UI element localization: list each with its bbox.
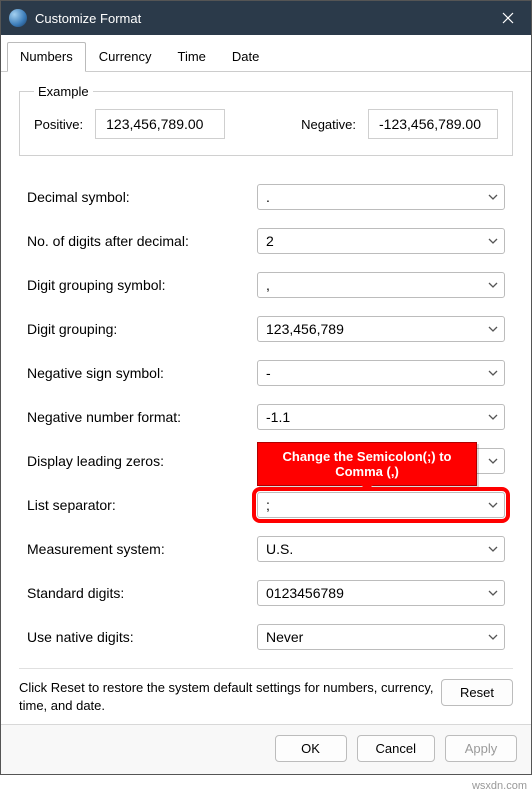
example-group: Example Positive: 123,456,789.00 Negativ… [19, 84, 513, 156]
dialog-footer: OK Cancel Apply [1, 724, 531, 774]
label-digit-grouping: Digit grouping: [27, 321, 257, 337]
combo-use-native-digits[interactable]: Never [257, 624, 505, 650]
label-display-leading-zeros: Display leading zeros: [27, 453, 257, 469]
numbers-panel: Example Positive: 123,456,789.00 Negativ… [1, 72, 531, 724]
combo-digit-grouping[interactable]: 123,456,789 [257, 316, 505, 342]
settings-list: Decimal symbol: . No. of digits after de… [19, 184, 513, 650]
example-legend: Example [34, 84, 93, 99]
combo-negative-sign-symbol[interactable]: - [257, 360, 505, 386]
chevron-down-icon [488, 632, 498, 642]
region-icon [9, 9, 27, 27]
tab-currency[interactable]: Currency [86, 42, 165, 72]
chevron-down-icon [488, 280, 498, 290]
chevron-down-icon [488, 412, 498, 422]
combo-value: , [266, 277, 270, 293]
reset-description: Click Reset to restore the system defaul… [19, 679, 441, 714]
combo-standard-digits[interactable]: 0123456789 [257, 580, 505, 606]
combo-value: - [266, 365, 271, 381]
cancel-button[interactable]: Cancel [357, 735, 435, 762]
label-negative-number-format: Negative number format: [27, 409, 257, 425]
combo-value: ; [266, 497, 270, 513]
combo-value: Never [266, 629, 303, 645]
annotation-text: Change the Semicolon(;) to Comma (,) [283, 449, 452, 479]
titlebar: Customize Format [1, 1, 531, 35]
annotation-callout: Change the Semicolon(;) to Comma (,) [257, 442, 477, 486]
chevron-down-icon [488, 500, 498, 510]
combo-list-separator[interactable]: ; [257, 492, 505, 518]
tab-bar: Numbers Currency Time Date [1, 35, 531, 72]
customize-format-window: Customize Format Numbers Currency Time D… [0, 0, 532, 775]
chevron-down-icon [488, 588, 498, 598]
positive-value: 123,456,789.00 [95, 109, 225, 139]
label-use-native-digits: Use native digits: [27, 629, 257, 645]
combo-value: 2 [266, 233, 274, 249]
chevron-down-icon [488, 456, 498, 466]
combo-digits-after-decimal[interactable]: 2 [257, 228, 505, 254]
combo-measurement-system[interactable]: U.S. [257, 536, 505, 562]
combo-decimal-symbol[interactable]: . [257, 184, 505, 210]
label-negative-sign-symbol: Negative sign symbol: [27, 365, 257, 381]
label-standard-digits: Standard digits: [27, 585, 257, 601]
chevron-down-icon [488, 236, 498, 246]
negative-value: -123,456,789.00 [368, 109, 498, 139]
chevron-down-icon [488, 324, 498, 334]
reset-row: Click Reset to restore the system defaul… [19, 668, 513, 714]
negative-label: Negative: [301, 117, 356, 132]
window-title: Customize Format [35, 11, 485, 26]
positive-label: Positive: [34, 117, 83, 132]
close-button[interactable] [485, 1, 531, 35]
chevron-down-icon [488, 544, 498, 554]
chevron-down-icon [488, 192, 498, 202]
ok-button[interactable]: OK [275, 735, 347, 762]
tab-date[interactable]: Date [219, 42, 272, 72]
reset-button[interactable]: Reset [441, 679, 513, 706]
label-measurement-system: Measurement system: [27, 541, 257, 557]
combo-digit-grouping-symbol[interactable]: , [257, 272, 505, 298]
label-digit-grouping-symbol: Digit grouping symbol: [27, 277, 257, 293]
tab-time[interactable]: Time [165, 42, 219, 72]
combo-negative-number-format[interactable]: -1.1 [257, 404, 505, 430]
apply-button[interactable]: Apply [445, 735, 517, 762]
watermark: wsxdn.com [472, 780, 527, 792]
label-decimal-symbol: Decimal symbol: [27, 189, 257, 205]
label-digits-after-decimal: No. of digits after decimal: [27, 233, 257, 249]
label-list-separator: List separator: [27, 497, 257, 513]
combo-value: -1.1 [266, 409, 290, 425]
combo-value: U.S. [266, 541, 293, 557]
chevron-down-icon [488, 368, 498, 378]
combo-value: 123,456,789 [266, 321, 344, 337]
combo-value: 0123456789 [266, 585, 344, 601]
tab-numbers[interactable]: Numbers [7, 42, 86, 72]
close-icon [502, 12, 514, 24]
combo-value: . [266, 189, 270, 205]
